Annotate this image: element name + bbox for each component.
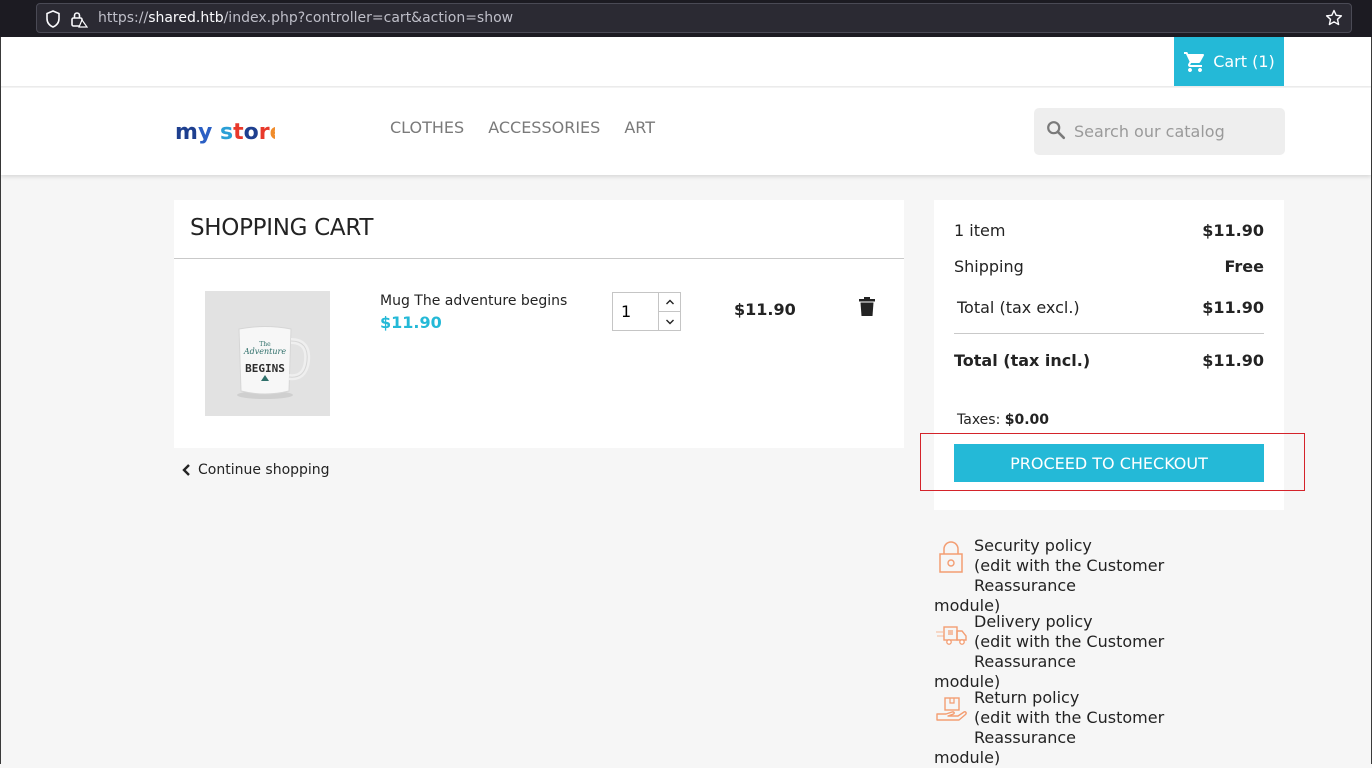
reassurance-security: Security policy (edit with the Customer … — [934, 536, 1264, 616]
cart-button[interactable]: Cart (1) — [1174, 37, 1284, 86]
proceed-to-checkout-button[interactable]: PROCEED TO CHECKOUT — [954, 444, 1264, 482]
svg-text:my store: my store — [175, 120, 275, 145]
product-image[interactable]: The Adventure BEGINS — [205, 291, 330, 416]
return-box-icon — [936, 697, 967, 721]
reassurance-desc: (edit with the Customer Reassurance — [974, 708, 1165, 747]
chevron-down-icon — [665, 319, 674, 324]
reassurance-title: Security policy — [974, 536, 1092, 555]
reassurance-desc: (edit with the Customer Reassurance — [974, 632, 1165, 671]
site-header: my store CLOTHES ACCESSORIES ART — [1, 88, 1371, 175]
taxes-line: Taxes: $0.00 — [957, 412, 1049, 428]
search-input[interactable] — [1074, 116, 1274, 146]
shopping-cart-icon — [1184, 51, 1205, 72]
reassurance-title: Delivery policy — [974, 612, 1093, 631]
total-excl-label: Total (tax excl.) — [957, 298, 1080, 317]
top-nav — [1, 37, 1371, 87]
items-subtotal: $11.90 — [1202, 221, 1264, 240]
url-text[interactable]: https://shared.htb/index.php?controller=… — [98, 10, 513, 26]
summary-shipping-row: Shipping Free — [954, 257, 1264, 276]
total-excl-value: $11.90 — [1202, 298, 1264, 317]
quantity-stepper — [612, 292, 681, 331]
summary-total-incl-row: Total (tax incl.) $11.90 — [954, 351, 1264, 370]
browser-toolbar: https://shared.htb/index.php?controller=… — [0, 0, 1372, 37]
reassurance-desc: (edit with the Customer Reassurance — [974, 556, 1165, 595]
bookmark-star-icon[interactable] — [1325, 9, 1343, 27]
chevron-left-icon — [182, 464, 190, 476]
cart-label: Cart (1) — [1213, 52, 1275, 71]
quantity-input[interactable] — [613, 293, 659, 330]
divider — [954, 333, 1264, 334]
reassurance-title: Return policy — [974, 688, 1080, 707]
trash-icon[interactable] — [858, 297, 876, 317]
address-bar[interactable]: https://shared.htb/index.php?controller=… — [36, 3, 1352, 33]
menu-item-art[interactable]: ART — [624, 118, 655, 137]
mug-print-line-2: Adventure — [243, 347, 286, 356]
cart-panel: SHOPPING CART The Adventure BEGINS Mug T… — [174, 200, 904, 448]
taxes-value: $0.00 — [1004, 412, 1050, 428]
url-host: shared.htb — [148, 10, 224, 26]
quantity-increase-button[interactable] — [658, 293, 680, 312]
reassurance-delivery: Delivery policy (edit with the Customer … — [934, 612, 1264, 692]
cart-title: SHOPPING CART — [190, 215, 374, 241]
total-incl-value: $11.90 — [1202, 351, 1264, 370]
items-count-label: 1 item — [954, 221, 1006, 240]
padlock-icon — [939, 541, 963, 573]
continue-shopping-label: Continue shopping — [198, 462, 330, 478]
search-icon[interactable] — [1045, 119, 1067, 141]
summary-items-row: 1 item $11.90 — [954, 221, 1264, 240]
delivery-truck-icon — [936, 626, 967, 645]
menu-item-clothes[interactable]: CLOTHES — [390, 118, 464, 137]
summary-total-excl-row: Total (tax excl.) $11.90 — [957, 298, 1264, 317]
lock-warning-icon[interactable] — [70, 10, 88, 28]
shipping-value: Free — [1224, 257, 1265, 276]
search-box — [1034, 108, 1285, 155]
product-name-link[interactable]: Mug The adventure begins — [380, 293, 567, 309]
mug-print-line-3: BEGINS — [245, 362, 285, 375]
chevron-up-icon — [665, 299, 674, 305]
quantity-decrease-button[interactable] — [658, 312, 680, 331]
url-scheme: https:// — [98, 10, 149, 26]
store-logo-image: my store — [175, 120, 275, 145]
store-logo[interactable]: my store — [175, 114, 275, 150]
menu-item-accessories[interactable]: ACCESSORIES — [488, 118, 600, 137]
shield-icon[interactable] — [45, 10, 61, 28]
reassurance-desc-tail: module) — [934, 748, 1001, 767]
cart-summary: 1 item $11.90 Shipping Free Total (tax e… — [934, 200, 1284, 510]
shipping-label: Shipping — [954, 257, 1024, 276]
continue-shopping-link[interactable]: Continue shopping — [180, 462, 330, 478]
reassurance-return: Return policy (edit with the Customer Re… — [934, 688, 1264, 768]
line-total-price: $11.90 — [734, 300, 796, 319]
product-unit-price: $11.90 — [380, 313, 442, 332]
divider — [174, 258, 904, 259]
url-path: /index.php?controller=cart&action=show — [223, 10, 514, 26]
mug-image: The Adventure BEGINS — [205, 291, 330, 416]
main-menu: CLOTHES ACCESSORIES ART — [390, 118, 655, 137]
total-incl-label: Total (tax incl.) — [954, 351, 1091, 370]
taxes-label: Taxes: — [957, 412, 1001, 428]
